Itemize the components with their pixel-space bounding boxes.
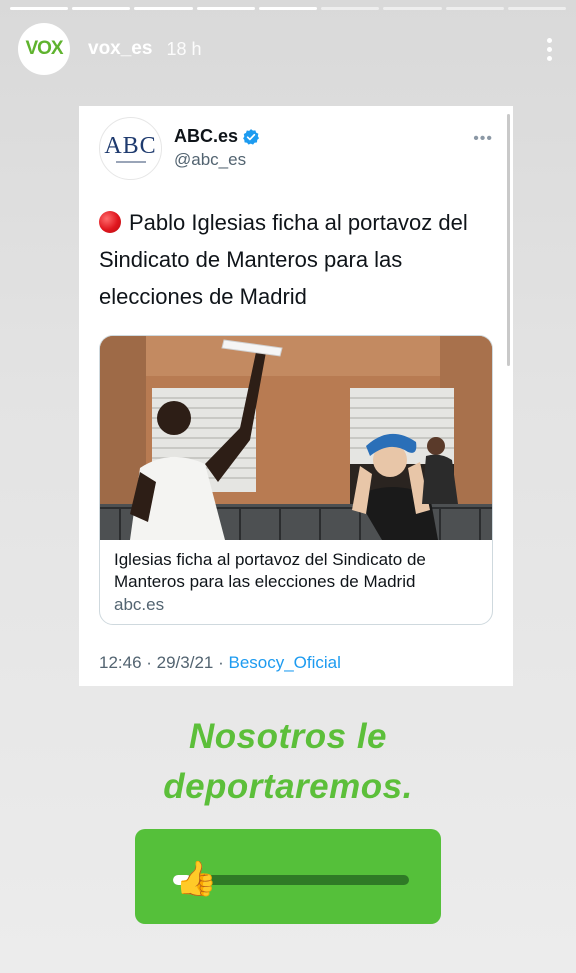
tweet-screenshot: ABC ABC.es @abc_es ••• Pablo Iglesias fi… xyxy=(79,106,513,686)
progress-segment xyxy=(258,7,318,10)
progress-segment xyxy=(321,7,380,10)
thumbs-up-slider-thumb[interactable]: 👍 xyxy=(175,857,217,901)
progress-segment xyxy=(445,7,504,10)
profile-avatar[interactable]: VOX xyxy=(18,23,70,75)
caption-line-1: Nosotros le xyxy=(188,717,388,756)
progress-segment xyxy=(10,7,69,10)
link-preview-card[interactable]: Iglesias ficha al portavoz del Sindicato… xyxy=(99,335,493,625)
tweet-header: ABC ABC.es @abc_es ••• xyxy=(99,116,493,180)
scrollbar xyxy=(507,114,510,366)
progress-segment xyxy=(383,7,442,10)
link-caption: Iglesias ficha al portavoz del Sindicato… xyxy=(100,540,492,615)
red-circle-icon xyxy=(99,211,121,233)
story-header: VOX vox_es 18 h xyxy=(18,22,558,76)
verified-badge-icon xyxy=(243,128,260,145)
progress-segment xyxy=(72,7,131,10)
tweet-timestamp: 12:46 · 29/3/21 · xyxy=(99,653,229,672)
story-caption: Nosotros le deportaremos. xyxy=(0,712,576,812)
vertical-dots-icon[interactable] xyxy=(540,37,558,61)
tweet-meta: 12:46 · 29/3/21 · Besocy_Oficial xyxy=(99,653,341,673)
story-progress-bars xyxy=(10,7,566,10)
tweet-text: Pablo Iglesias ficha al portavoz del Sin… xyxy=(99,210,468,309)
link-title: Iglesias ficha al portavoz del Sindicato… xyxy=(114,550,426,591)
link-preview-image xyxy=(100,336,492,540)
tweet-source-link[interactable]: Besocy_Oficial xyxy=(228,653,340,672)
horizontal-dots-icon[interactable]: ••• xyxy=(473,130,493,148)
emoji-slider-sticker[interactable]: 👍 xyxy=(135,829,441,924)
progress-segment xyxy=(507,7,566,10)
abc-avatar: ABC xyxy=(99,116,162,180)
caption-line-2: deportaremos. xyxy=(163,767,413,806)
protest-photo xyxy=(100,336,492,540)
account-name: ABC.es xyxy=(174,126,239,146)
progress-segment xyxy=(134,7,193,10)
post-time: 18 h xyxy=(166,38,202,59)
progress-segment xyxy=(196,7,255,10)
account-info: ABC.es @abc_es xyxy=(174,126,260,170)
link-domain: abc.es xyxy=(114,595,165,614)
account-handle: @abc_es xyxy=(174,150,247,169)
username[interactable]: vox_es xyxy=(88,38,152,60)
